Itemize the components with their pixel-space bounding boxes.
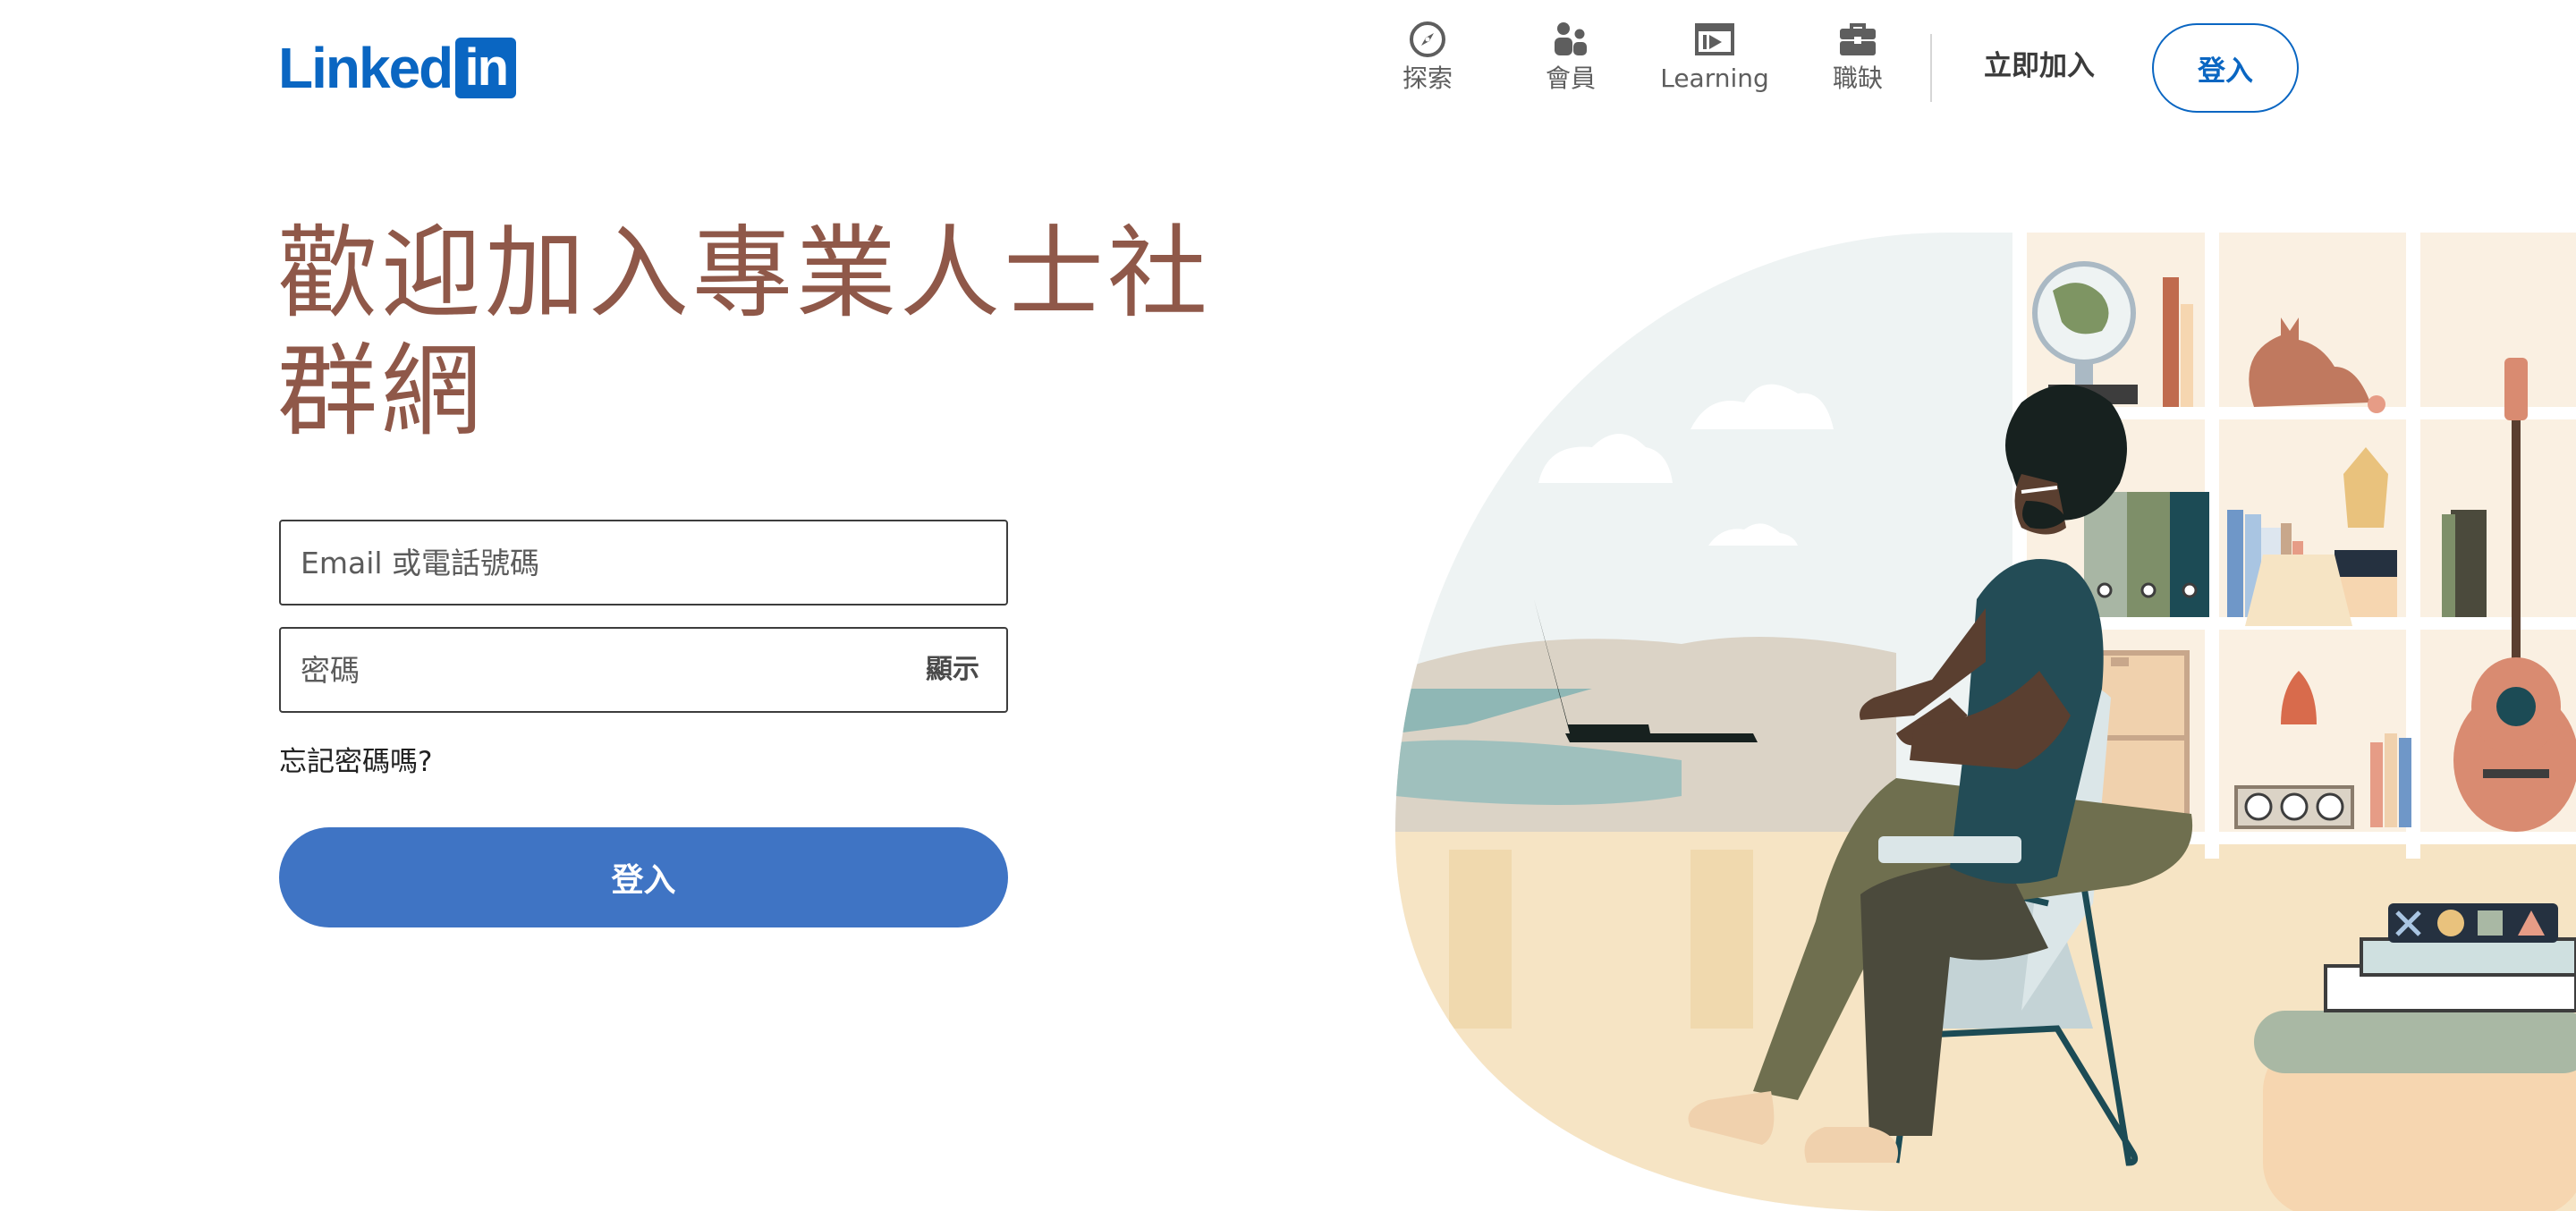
nav-label-jobs: 職缺	[1832, 64, 1883, 93]
logo-wordmark: Linked	[278, 36, 453, 100]
email-field[interactable]	[279, 520, 1008, 606]
password-input[interactable]	[281, 629, 1006, 711]
logo-badge: in	[455, 38, 517, 98]
nav-item-learning[interactable]: Learning	[1652, 20, 1777, 109]
nav-divider	[1930, 34, 1932, 102]
nav-item-explore[interactable]: 探索	[1365, 20, 1490, 109]
nav-label-people: 會員	[1545, 64, 1596, 93]
forgot-password-link[interactable]: 忘記密碼嗎?	[279, 742, 432, 782]
password-field[interactable]: 顯示	[279, 627, 1008, 713]
linkedin-logo[interactable]: Linked in	[278, 36, 517, 100]
show-password-button[interactable]: 顯示	[926, 629, 979, 711]
compass-icon	[1410, 21, 1445, 57]
sign-in-button[interactable]: 登入	[279, 827, 1008, 927]
nav-item-people[interactable]: 會員	[1508, 20, 1633, 109]
email-input[interactable]	[281, 521, 1006, 604]
nav-label-learning: Learning	[1660, 64, 1769, 93]
person-working-on-laptop-illustration	[1395, 233, 2576, 1211]
nav-item-jobs[interactable]: 職缺	[1795, 20, 1920, 109]
join-now-link[interactable]: 立即加入	[1968, 41, 2111, 91]
briefcase-icon	[1840, 23, 1876, 55]
page-headline: 歡迎加入專業人士社群網	[277, 216, 1211, 450]
top-nav-bar: Linked in 探索 會員 Learning 職缺 立即加入 登入	[0, 0, 2576, 134]
nav-label-explore: 探索	[1402, 64, 1453, 93]
people-icon	[1555, 22, 1587, 55]
header-sign-in-button[interactable]: 登入	[2152, 23, 2299, 113]
video-play-icon	[1695, 23, 1734, 55]
